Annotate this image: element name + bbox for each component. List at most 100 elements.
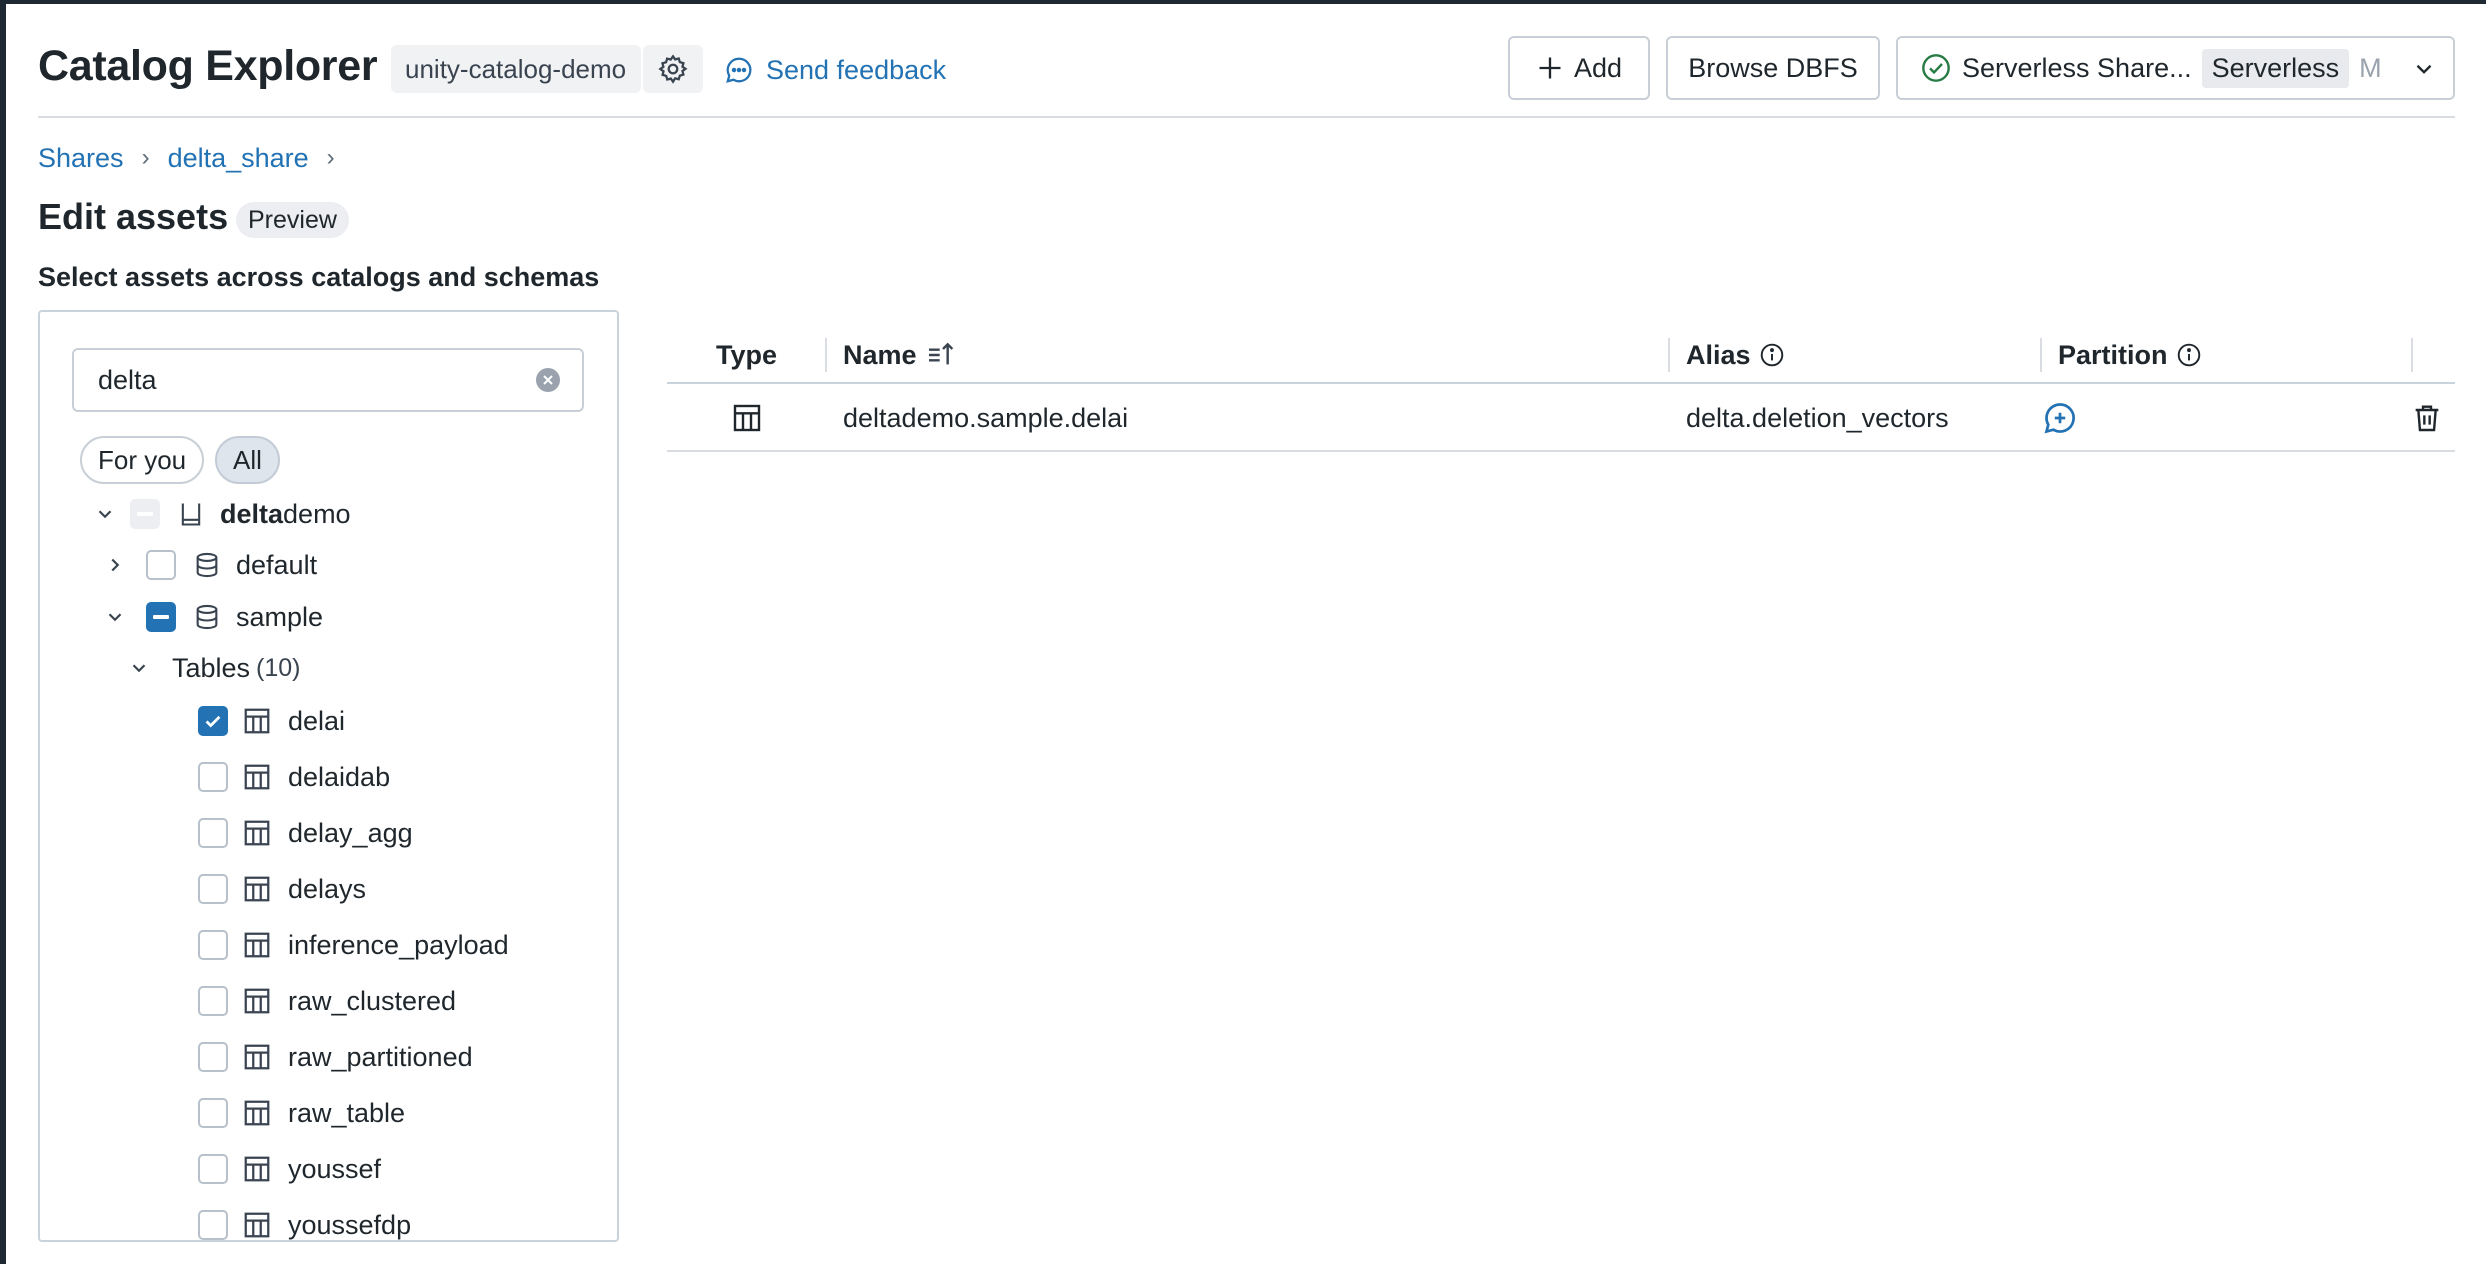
table-name-label: youssefdp <box>288 1209 412 1240</box>
chevron-right-icon[interactable] <box>102 552 128 578</box>
add-comment-icon <box>2044 403 2075 434</box>
breadcrumb-shares-link[interactable]: Shares <box>38 143 124 174</box>
page-title: Edit assets <box>38 196 229 237</box>
table-checkbox[interactable] <box>198 1098 228 1128</box>
list-item[interactable]: delaidab <box>40 752 617 802</box>
table-name-label: delaidab <box>288 761 391 792</box>
tree-row-schema-sample[interactable]: sample <box>40 592 617 642</box>
chevron-down-icon[interactable] <box>92 501 118 527</box>
chevron-down-icon[interactable] <box>102 604 128 630</box>
filter-for-you[interactable]: For you <box>80 436 205 484</box>
sort-ascending-icon[interactable] <box>925 339 957 371</box>
list-item[interactable]: delay_agg <box>40 808 617 858</box>
table-name-label: delay_agg <box>288 817 413 848</box>
column-header-name[interactable]: Name <box>843 328 957 382</box>
page-header-title: Catalog Explorer <box>38 42 378 90</box>
table-checkbox[interactable] <box>198 706 228 736</box>
remove-asset-button[interactable] <box>2411 386 2443 450</box>
list-item[interactable]: raw_clustered <box>40 976 617 1026</box>
table-name-label: delays <box>288 873 367 904</box>
table-icon <box>242 818 272 848</box>
column-header-name-label: Name <box>843 339 917 370</box>
asset-alias-cell[interactable]: delta.deletion_vectors <box>1686 386 1949 450</box>
chevron-down-icon <box>2416 64 2432 74</box>
gear-icon <box>658 54 688 84</box>
table-checkbox[interactable] <box>198 930 228 960</box>
column-divider <box>2411 338 2413 372</box>
column-header-alias-label: Alias <box>1686 339 1751 370</box>
info-icon[interactable] <box>2176 342 2202 368</box>
table-icon <box>242 1154 272 1184</box>
table-icon <box>242 874 272 904</box>
catalog-name-match: delta <box>220 498 284 529</box>
compute-size: M <box>2359 52 2382 83</box>
table-checkbox[interactable] <box>198 762 228 792</box>
table-checkbox[interactable] <box>198 1042 228 1072</box>
info-icon[interactable] <box>1759 342 1785 368</box>
settings-button[interactable] <box>643 45 703 93</box>
table-icon <box>242 762 272 792</box>
table-checkbox[interactable] <box>198 1210 228 1240</box>
plus-icon <box>1539 57 1561 79</box>
compute-type-tag: Serverless <box>2201 48 2350 88</box>
database-icon <box>192 550 222 580</box>
breadcrumb: Shares › delta_share › <box>38 140 335 176</box>
table-icon <box>242 986 272 1016</box>
schema-default-checkbox[interactable] <box>146 550 176 580</box>
chat-bubble-icon <box>726 57 752 83</box>
filter-all[interactable]: All <box>215 436 280 484</box>
table-header-row: Type Name Alias Partition <box>667 328 2455 384</box>
table-name-label: inference_payload <box>288 929 509 960</box>
compute-name: Serverless Share... <box>1962 52 2192 83</box>
database-icon <box>192 602 222 632</box>
section-subtitle: Select assets across catalogs and schema… <box>38 262 600 292</box>
list-item[interactable]: youssef <box>40 1144 617 1194</box>
chevron-down-icon[interactable] <box>126 655 152 681</box>
tables-group-label: Tables <box>172 652 251 683</box>
catalog-explorer-page: Catalog Explorer unity-catalog-demo Send… <box>6 4 2486 1264</box>
breadcrumb-share-link[interactable]: delta_share <box>168 143 309 174</box>
column-header-partition: Partition <box>2058 328 2202 382</box>
list-item[interactable]: raw_table <box>40 1088 617 1138</box>
list-item[interactable]: inference_payload <box>40 920 617 970</box>
search-input[interactable]: delta <box>72 348 584 412</box>
table-icon <box>242 706 272 736</box>
table-row: deltademo.sample.delai delta.deletion_ve… <box>667 386 2455 452</box>
list-item[interactable]: delays <box>40 864 617 914</box>
schema-sample-label: sample <box>236 601 324 632</box>
table-checkbox[interactable] <box>198 986 228 1016</box>
check-circle-icon <box>1922 54 1950 82</box>
chevron-right-icon: › <box>326 144 335 171</box>
catalog-name-rest: demo <box>283 498 351 529</box>
column-header-alias: Alias <box>1686 328 1785 382</box>
workspace-chip[interactable]: unity-catalog-demo <box>391 45 641 93</box>
table-checkbox[interactable] <box>198 1154 228 1184</box>
add-partition-button[interactable] <box>2042 386 2078 450</box>
schema-default-label: default <box>236 549 318 580</box>
schema-sample-checkbox[interactable] <box>146 602 176 632</box>
clear-search-icon[interactable] <box>536 368 560 392</box>
table-checkbox[interactable] <box>198 818 228 848</box>
chevron-right-icon: › <box>141 144 150 171</box>
add-button-label: Add <box>1573 52 1623 83</box>
column-divider <box>1668 338 1670 372</box>
header-divider <box>38 116 2455 118</box>
compute-selector[interactable]: Serverless Share... Serverless M <box>1896 36 2455 100</box>
column-divider <box>2040 338 2042 372</box>
table-checkbox[interactable] <box>198 874 228 904</box>
send-feedback-link[interactable]: Send feedback <box>724 50 946 90</box>
tree-row-schema-default[interactable]: default <box>40 540 617 590</box>
list-item[interactable]: raw_partitioned <box>40 1032 617 1082</box>
tree-row-tables-group[interactable]: Tables (10) <box>40 643 617 693</box>
list-item[interactable]: youssefdp <box>40 1200 617 1240</box>
list-item[interactable]: delai <box>40 696 617 746</box>
table-icon <box>242 1042 272 1072</box>
catalog-checkbox[interactable] <box>130 499 160 529</box>
table-name-label: delai <box>288 705 346 736</box>
tree-row-catalog[interactable]: deltademo <box>40 489 617 539</box>
add-button[interactable]: Add <box>1508 36 1650 100</box>
catalog-icon <box>176 499 206 529</box>
browse-dbfs-button[interactable]: Browse DBFS <box>1666 36 1880 100</box>
catalog-name: deltademo <box>220 499 351 530</box>
table-icon <box>242 1098 272 1128</box>
